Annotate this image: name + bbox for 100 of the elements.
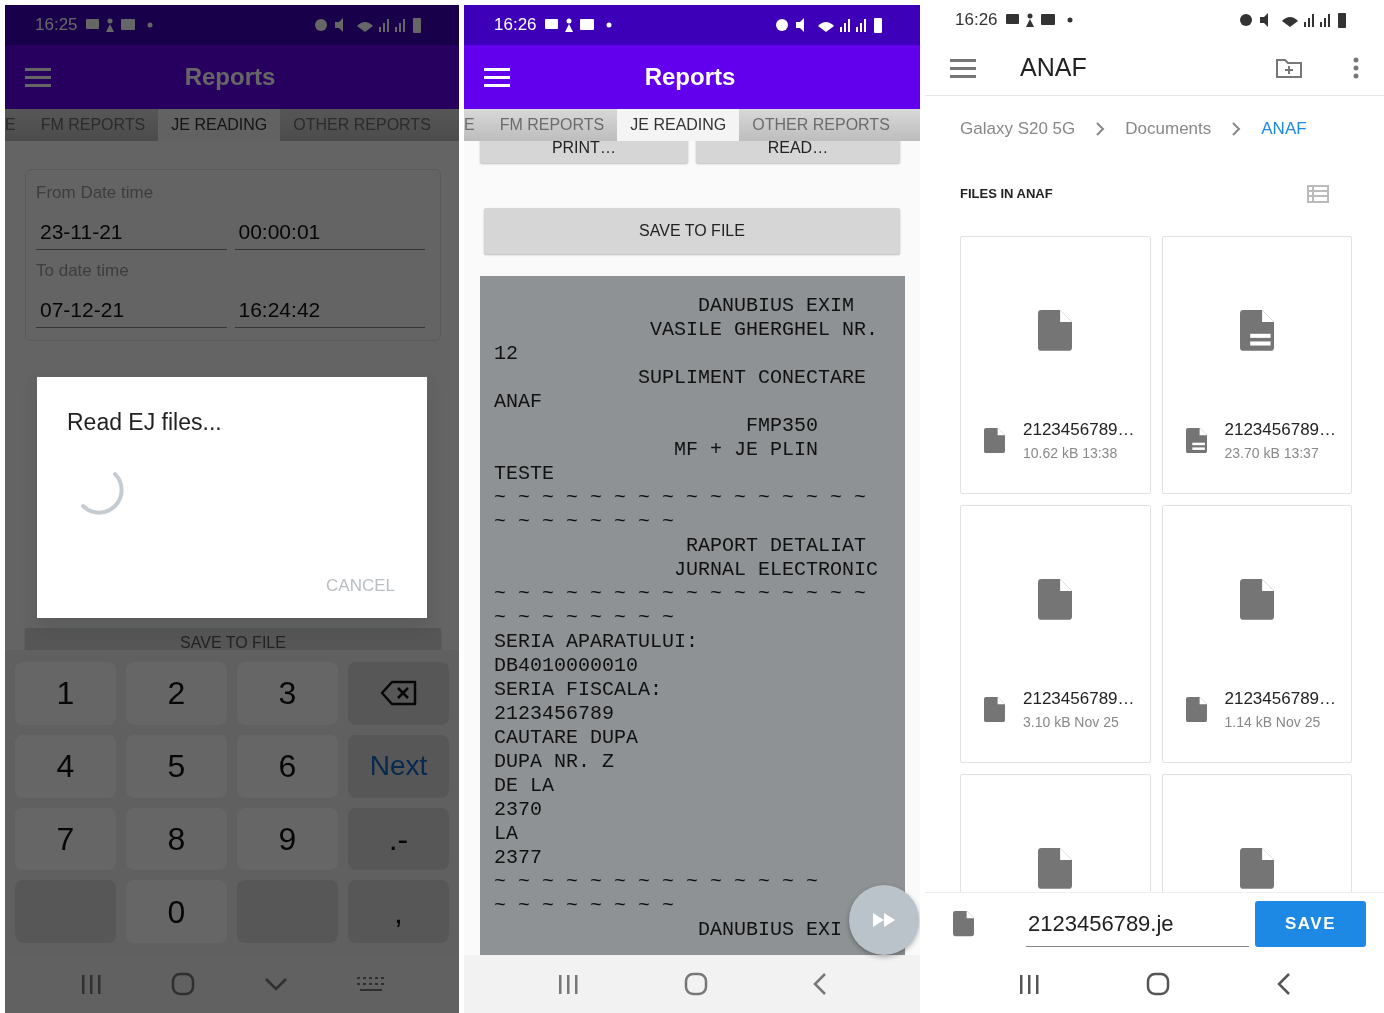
file-name: 2123456789… — [1023, 419, 1135, 441]
file-icon — [1185, 427, 1207, 453]
clock-time: 16:26 — [955, 9, 998, 32]
menu-icon[interactable] — [950, 57, 976, 78]
save-button[interactable]: SAVE — [1255, 901, 1367, 947]
input-field[interactable]: 07-12-21 — [36, 291, 227, 328]
file-icon — [984, 696, 1005, 722]
file-icon — [1038, 310, 1073, 351]
new-folder-icon[interactable] — [1275, 56, 1303, 79]
receipt-line: ~ ~ ~ ~ ~ ~ ~ ~ — [494, 894, 675, 918]
cancel-button[interactable]: CANCEL — [326, 572, 395, 598]
file-icon — [1239, 848, 1274, 889]
keyboard-key[interactable]: 2 — [126, 662, 227, 725]
receipt-line: 12 — [494, 342, 518, 366]
file-details: 10.62 kB 13:38 — [1023, 443, 1119, 463]
clock-time: 16:26 — [494, 14, 537, 37]
clock-time: 16:25 — [35, 14, 78, 37]
back-icon[interactable] — [1276, 972, 1291, 996]
recents-icon[interactable] — [1018, 973, 1041, 995]
receipt-line: ~ ~ ~ ~ ~ ~ ~ ~ ~ ~ ~ ~ ~ ~ ~ ~ — [494, 486, 867, 510]
screen-title: Reports — [183, 62, 277, 92]
keyboard-key[interactable]: 4 — [15, 734, 116, 798]
keyboard-key[interactable]: 6 — [237, 734, 338, 798]
receipt-line: FMP350 — [745, 414, 819, 438]
backspace-key[interactable] — [348, 662, 449, 725]
file-card[interactable]: 2123456789… 10.62 kB 13:38 — [960, 236, 1151, 494]
receipt-line: 2377 — [494, 846, 542, 870]
receipt-line: ~ ~ ~ ~ ~ ~ ~ ~ — [494, 606, 675, 630]
save-to-file-button[interactable]: SAVE TO FILE — [484, 208, 900, 254]
chevron-right-icon — [1095, 121, 1106, 137]
hide-keyboard-icon[interactable] — [263, 977, 288, 991]
more-options-icon[interactable] — [1353, 56, 1359, 79]
receipt-line: DUPA NR. Z — [494, 750, 615, 774]
file-icon — [984, 427, 1005, 453]
next-key[interactable]: Next — [348, 734, 449, 798]
tab[interactable]: JE READING — [617, 109, 740, 141]
receipt-line: SERIA FISCALA: — [494, 678, 663, 702]
dialog-title: Read EJ files... — [67, 408, 223, 437]
back-icon[interactable] — [813, 972, 828, 996]
receipt-line: DB4010000010 — [494, 654, 639, 678]
keyboard-key[interactable]: 9 — [237, 807, 338, 871]
screen-title: Reports — [643, 62, 737, 92]
receipt-line: TESTE — [494, 462, 554, 486]
keyboard-key[interactable]: 7 — [15, 807, 116, 871]
input-field[interactable]: 00:00:01 — [234, 213, 425, 250]
receipt-line: DANUBIUS EXI — [697, 918, 843, 942]
input-field[interactable]: 23-11-21 — [36, 213, 227, 250]
receipt-line: LA — [494, 822, 518, 846]
keyboard-key[interactable]: , — [348, 880, 449, 943]
menu-icon[interactable] — [484, 67, 510, 87]
receipt-line: CAUTARE DUPA — [494, 726, 639, 750]
keyboard-key[interactable]: 5 — [126, 734, 227, 798]
breadcrumb-item[interactable]: ANAF — [1261, 116, 1307, 142]
receipt-line: DE LA — [494, 774, 554, 798]
tab[interactable]: JE READING — [158, 109, 281, 141]
file-name: 2123456789… — [1224, 688, 1337, 710]
receipt-line: VASILE GHERGHEL NR. — [649, 318, 879, 342]
file-icon — [953, 911, 974, 937]
receipt-line: ~ ~ ~ ~ ~ ~ ~ ~ ~ ~ ~ ~ ~ ~ ~ ~ — [494, 582, 867, 606]
file-card[interactable]: 2123456789… 1.14 kB Nov 25 — [1161, 505, 1352, 763]
keyboard-key[interactable]: .- — [348, 807, 449, 871]
breadcrumb-item[interactable]: Documents — [1125, 116, 1212, 142]
action-button[interactable]: READ… — [695, 141, 900, 163]
receipt-line: ~ ~ ~ ~ ~ ~ ~ ~ — [494, 510, 675, 534]
file-details: 1.14 kB Nov 25 — [1224, 712, 1322, 732]
section-heading: FILES IN ANAF — [960, 185, 1053, 204]
file-details: 23.70 kB 13:37 — [1224, 443, 1320, 463]
tab[interactable]: OTHER REPORTS — [739, 109, 903, 141]
keyboard-key[interactable]: 0 — [126, 880, 227, 943]
breadcrumb-item[interactable]: Galaxy S20 5G — [960, 116, 1076, 142]
keyboard-key[interactable]: 3 — [237, 662, 338, 725]
keyboard-key[interactable]: 8 — [126, 807, 227, 871]
home-icon[interactable] — [1146, 972, 1171, 996]
recents-icon[interactable] — [556, 973, 579, 995]
file-icon — [1239, 310, 1274, 351]
home-icon[interactable] — [684, 972, 708, 996]
receipt-line: SERIA APARATULUI: — [494, 630, 699, 654]
receipt-line: ANAF — [494, 390, 542, 414]
file-name: 2123456789… — [1023, 688, 1135, 710]
receipt-line: MF + JE PLIN — [673, 438, 819, 462]
tab[interactable]: FM REPORTS — [486, 109, 618, 141]
action-button[interactable]: PRINT… — [480, 141, 688, 163]
folder-title: ANAF — [1020, 51, 1088, 83]
file-icon — [1038, 848, 1073, 889]
receipt-line: ~ ~ ~ ~ ~ ~ ~ ~ ~ ~ ~ ~ ~ ~ — [494, 870, 819, 894]
receipt-line: DANUBIUS EXIM — [697, 294, 855, 318]
file-icon — [1185, 696, 1207, 722]
file-name: 2123456789… — [1224, 419, 1337, 441]
chevron-right-icon — [1231, 121, 1242, 137]
file-card[interactable]: 2123456789… 3.10 kB Nov 25 — [960, 505, 1151, 763]
receipt-line: 2123456789 — [494, 702, 615, 726]
tab[interactable]: E — [464, 109, 487, 141]
file-icon — [1239, 579, 1274, 620]
file-card[interactable]: 2123456789… 23.70 kB 13:37 — [1161, 236, 1352, 494]
fast-forward-icon — [873, 913, 895, 927]
backspace-icon — [379, 680, 418, 707]
keyboard-key[interactable]: 1 — [15, 662, 116, 725]
input-field[interactable]: 16:24:42 — [234, 291, 425, 328]
receipt-line: JURNAL ELECTRONIC — [673, 558, 879, 582]
keyboard-icon[interactable] — [356, 975, 385, 993]
